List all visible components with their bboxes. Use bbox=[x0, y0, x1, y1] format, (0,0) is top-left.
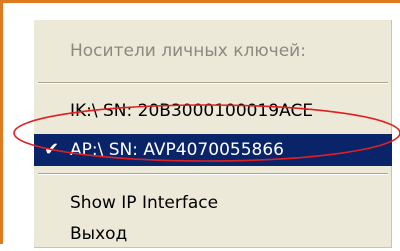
menu-header: Носители личных ключей: bbox=[34, 34, 392, 68]
menu-item-show-ip-interface[interactable]: Show IP Interface bbox=[34, 186, 392, 220]
menu-separator bbox=[38, 82, 388, 84]
menu-item-exit[interactable]: Выход bbox=[34, 217, 392, 251]
menu-header-label: Носители личных ключей: bbox=[70, 41, 306, 61]
menu-item-ap-key[interactable]: ✔ AP:\ SN: AVP4070055866 bbox=[34, 134, 392, 166]
screenshot-frame: Носители личных ключей: IK:\ SN: 20B3000… bbox=[0, 0, 400, 248]
menu-separator bbox=[38, 173, 388, 175]
menu-item-label: Show IP Interface bbox=[70, 193, 219, 213]
menu-item-label: AP:\ SN: AVP4070055866 bbox=[70, 140, 284, 160]
menu-item-ik-key[interactable]: IK:\ SN: 20B3000100019ACE bbox=[34, 94, 392, 128]
checkmark-icon: ✔ bbox=[44, 139, 60, 160]
menu-item-label: Выход bbox=[70, 224, 128, 244]
menu-item-label: IK:\ SN: 20B3000100019ACE bbox=[70, 101, 314, 121]
context-menu: Носители личных ключей: IK:\ SN: 20B3000… bbox=[33, 19, 392, 248]
